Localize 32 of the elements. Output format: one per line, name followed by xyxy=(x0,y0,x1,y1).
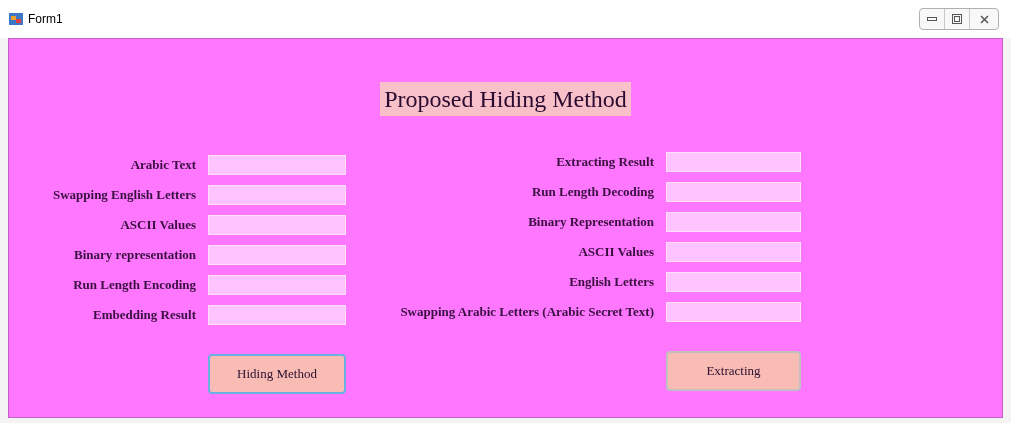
text-field[interactable] xyxy=(666,182,801,202)
field-label: ASCII Values xyxy=(119,216,196,235)
close-icon xyxy=(979,14,989,24)
field-label: Run Length Encoding xyxy=(72,276,196,295)
field-label: Run Length Decoding xyxy=(530,183,654,202)
text-field[interactable] xyxy=(208,245,346,265)
field-label: Extracting Result xyxy=(555,153,654,172)
text-field[interactable] xyxy=(208,305,346,325)
text-field[interactable] xyxy=(208,275,346,295)
field-label: ASCII Values xyxy=(577,243,654,262)
field-label: Binary Representation xyxy=(527,213,654,232)
text-field[interactable] xyxy=(208,185,346,205)
field-label: Swapping Arabic Letters (Arabic Secret Text) xyxy=(399,303,654,322)
minimize-icon xyxy=(927,16,937,22)
text-field[interactable] xyxy=(666,152,801,172)
text-field[interactable] xyxy=(666,212,801,232)
window-title: Form1 xyxy=(28,11,63,28)
field-label: Swapping English Letters xyxy=(51,186,196,205)
field-label: English Letters xyxy=(568,273,654,292)
text-field[interactable] xyxy=(666,242,801,262)
field-label: Embedding Result xyxy=(92,306,196,325)
app-icon xyxy=(8,11,24,27)
text-field[interactable] xyxy=(666,302,801,322)
field-label: Binary representation xyxy=(73,246,196,265)
field-label: Arabic Text xyxy=(129,156,196,175)
action-button[interactable]: Hiding Method xyxy=(208,354,346,394)
maximize-icon xyxy=(952,14,962,24)
text-field[interactable] xyxy=(666,272,801,292)
form-heading: Proposed Hiding Method xyxy=(380,82,631,116)
text-field[interactable] xyxy=(208,155,346,175)
action-button[interactable]: Extracting xyxy=(666,351,801,391)
text-field[interactable] xyxy=(208,215,346,235)
